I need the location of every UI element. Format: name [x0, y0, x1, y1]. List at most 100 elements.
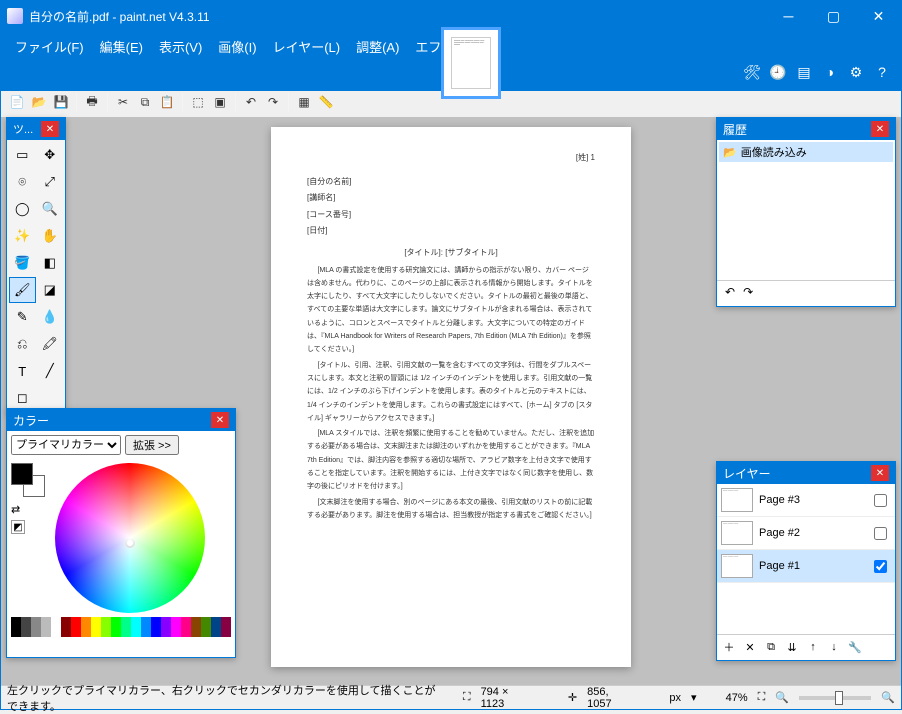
palette-swatch[interactable] — [171, 627, 181, 637]
palette-swatch[interactable] — [11, 617, 21, 627]
grid-icon[interactable]: ▦ — [294, 92, 314, 112]
delete-layer-icon[interactable]: ✕ — [741, 638, 759, 656]
new-file-icon[interactable]: 📄 — [7, 92, 27, 112]
palette-swatch[interactable] — [151, 617, 161, 627]
color-mode-select[interactable]: プライマリカラー — [11, 435, 121, 455]
palette-swatch[interactable] — [41, 617, 51, 627]
document-thumbnail[interactable]: ▬▬▬ ▬▬ ▬▬▬▬ ▬▬▬ ▬▬ ▬▬▬▬▬ ▬▬▬ ▬▬▬▬ ▬▬ ▬▬▬ — [441, 27, 501, 99]
move-up-icon[interactable]: ↑ — [804, 638, 822, 656]
palette-swatch[interactable] — [181, 627, 191, 637]
bucket-tool[interactable]: 🪣 — [9, 250, 36, 276]
palette-swatch[interactable] — [131, 617, 141, 627]
color-wheel[interactable] — [55, 463, 205, 613]
close-icon[interactable]: ✕ — [871, 465, 889, 481]
move-tool[interactable]: ✥ — [37, 142, 64, 168]
settings-icon[interactable]: ⚙ — [845, 61, 867, 83]
layer-visibility-checkbox[interactable] — [874, 527, 887, 540]
palette-swatch[interactable] — [121, 617, 131, 627]
tools-window-icon[interactable]: 🛠 — [741, 61, 763, 83]
palette-swatch[interactable] — [31, 627, 41, 637]
layer-row[interactable]: ▬▬ ▬▬▬ ▬▬ Page #3 — [717, 484, 895, 517]
palette-swatch[interactable] — [31, 617, 41, 627]
menu-edit[interactable]: 編集(E) — [92, 33, 151, 60]
menu-image[interactable]: 画像(I) — [210, 33, 264, 60]
palette-swatch[interactable] — [191, 617, 201, 627]
palette-swatch[interactable] — [101, 617, 111, 627]
add-layer-icon[interactable]: ＋ — [720, 638, 738, 656]
layers-window-icon[interactable]: ▤ — [793, 61, 815, 83]
palette-swatch[interactable] — [51, 617, 61, 627]
palette-swatch[interactable] — [111, 627, 121, 637]
minimize-button[interactable]: ─ — [766, 1, 811, 31]
layer-row[interactable]: ▬▬ ▬▬▬ ▬▬ Page #1 — [717, 550, 895, 583]
palette-swatch[interactable] — [171, 617, 181, 627]
deselect-icon[interactable]: ▣ — [210, 92, 230, 112]
pencil-tool[interactable]: ✎ — [9, 304, 36, 330]
move-selection-tool[interactable]: ⤢ — [37, 169, 64, 195]
palette-swatch[interactable] — [221, 627, 231, 637]
close-icon[interactable]: ✕ — [211, 412, 229, 428]
palette-swatch[interactable] — [211, 627, 221, 637]
rect-select-tool[interactable]: ▭ — [9, 142, 36, 168]
text-tool[interactable]: T — [9, 358, 36, 384]
menu-view[interactable]: 表示(V) — [151, 33, 210, 60]
palette-swatch[interactable] — [71, 617, 81, 627]
palette-swatch[interactable] — [131, 627, 141, 637]
eraser-tool[interactable]: ◪ — [37, 277, 64, 303]
reset-colors-icon[interactable]: ◩ — [11, 520, 25, 534]
maximize-button[interactable]: ▢ — [811, 1, 856, 31]
menu-layer[interactable]: レイヤー(L) — [265, 33, 349, 60]
palette-swatch[interactable] — [41, 627, 51, 637]
cut-icon[interactable]: ✂ — [113, 92, 133, 112]
colors-window-icon[interactable]: ◑ — [819, 61, 841, 83]
clone-stamp-tool[interactable]: ⎌ — [9, 331, 36, 357]
palette-swatch[interactable] — [161, 627, 171, 637]
palette-swatch[interactable] — [201, 617, 211, 627]
ellipse-select-tool[interactable]: ◯ — [9, 196, 36, 222]
palette-swatch[interactable] — [221, 617, 231, 627]
menu-adjust[interactable]: 調整(A) — [348, 33, 407, 60]
palette-swatch[interactable] — [21, 627, 31, 637]
palette-swatch[interactable] — [111, 617, 121, 627]
zoom-fit-icon[interactable]: ⛶ — [758, 691, 766, 704]
palette-swatch[interactable] — [141, 617, 151, 627]
palette-swatch[interactable] — [211, 617, 221, 627]
ruler-icon[interactable]: 📏 — [316, 92, 336, 112]
zoom-in-icon[interactable]: 🔍 — [881, 691, 895, 704]
close-button[interactable]: ✕ — [856, 1, 901, 31]
menu-file[interactable]: ファイル(F) — [7, 33, 92, 60]
recolor-tool[interactable]: 🖍 — [37, 331, 64, 357]
layer-visibility-checkbox[interactable] — [874, 494, 887, 507]
color-palette[interactable] — [7, 617, 235, 641]
redo-icon[interactable]: ↷ — [263, 92, 283, 112]
help-icon[interactable]: ? — [871, 61, 893, 83]
primary-color-swatch[interactable] — [11, 463, 33, 485]
undo-icon[interactable]: ↶ — [241, 92, 261, 112]
copy-icon[interactable]: ⧉ — [135, 92, 155, 112]
pan-tool[interactable]: ✋ — [37, 223, 64, 249]
open-file-icon[interactable]: 📂 — [29, 92, 49, 112]
crop-icon[interactable]: ⬚ — [188, 92, 208, 112]
palette-swatch[interactable] — [11, 627, 21, 637]
palette-swatch[interactable] — [181, 617, 191, 627]
history-item[interactable]: 📂 画像読み込み — [719, 142, 893, 162]
zoom-out-icon[interactable]: 🔍 — [775, 691, 789, 704]
layer-row[interactable]: ▬▬ ▬▬▬ ▬▬ Page #2 — [717, 517, 895, 550]
close-icon[interactable]: ✕ — [871, 121, 889, 137]
palette-swatch[interactable] — [71, 627, 81, 637]
lasso-tool[interactable]: ⌾ — [9, 169, 36, 195]
layer-visibility-checkbox[interactable] — [874, 560, 887, 573]
print-icon[interactable]: 🖶 — [82, 92, 102, 112]
merge-down-icon[interactable]: ⇊ — [783, 638, 801, 656]
palette-swatch[interactable] — [161, 617, 171, 627]
line-tool[interactable]: ╱ — [37, 358, 64, 384]
palette-swatch[interactable] — [151, 627, 161, 637]
palette-swatch[interactable] — [51, 627, 61, 637]
color-picker-tool[interactable]: 💧 — [37, 304, 64, 330]
unit-label[interactable]: px — [669, 692, 681, 704]
palette-swatch[interactable] — [61, 617, 71, 627]
palette-swatch[interactable] — [141, 627, 151, 637]
palette-swatch[interactable] — [21, 617, 31, 627]
history-window-icon[interactable]: 🕘 — [767, 61, 789, 83]
magic-wand-tool[interactable]: ✨ — [9, 223, 36, 249]
